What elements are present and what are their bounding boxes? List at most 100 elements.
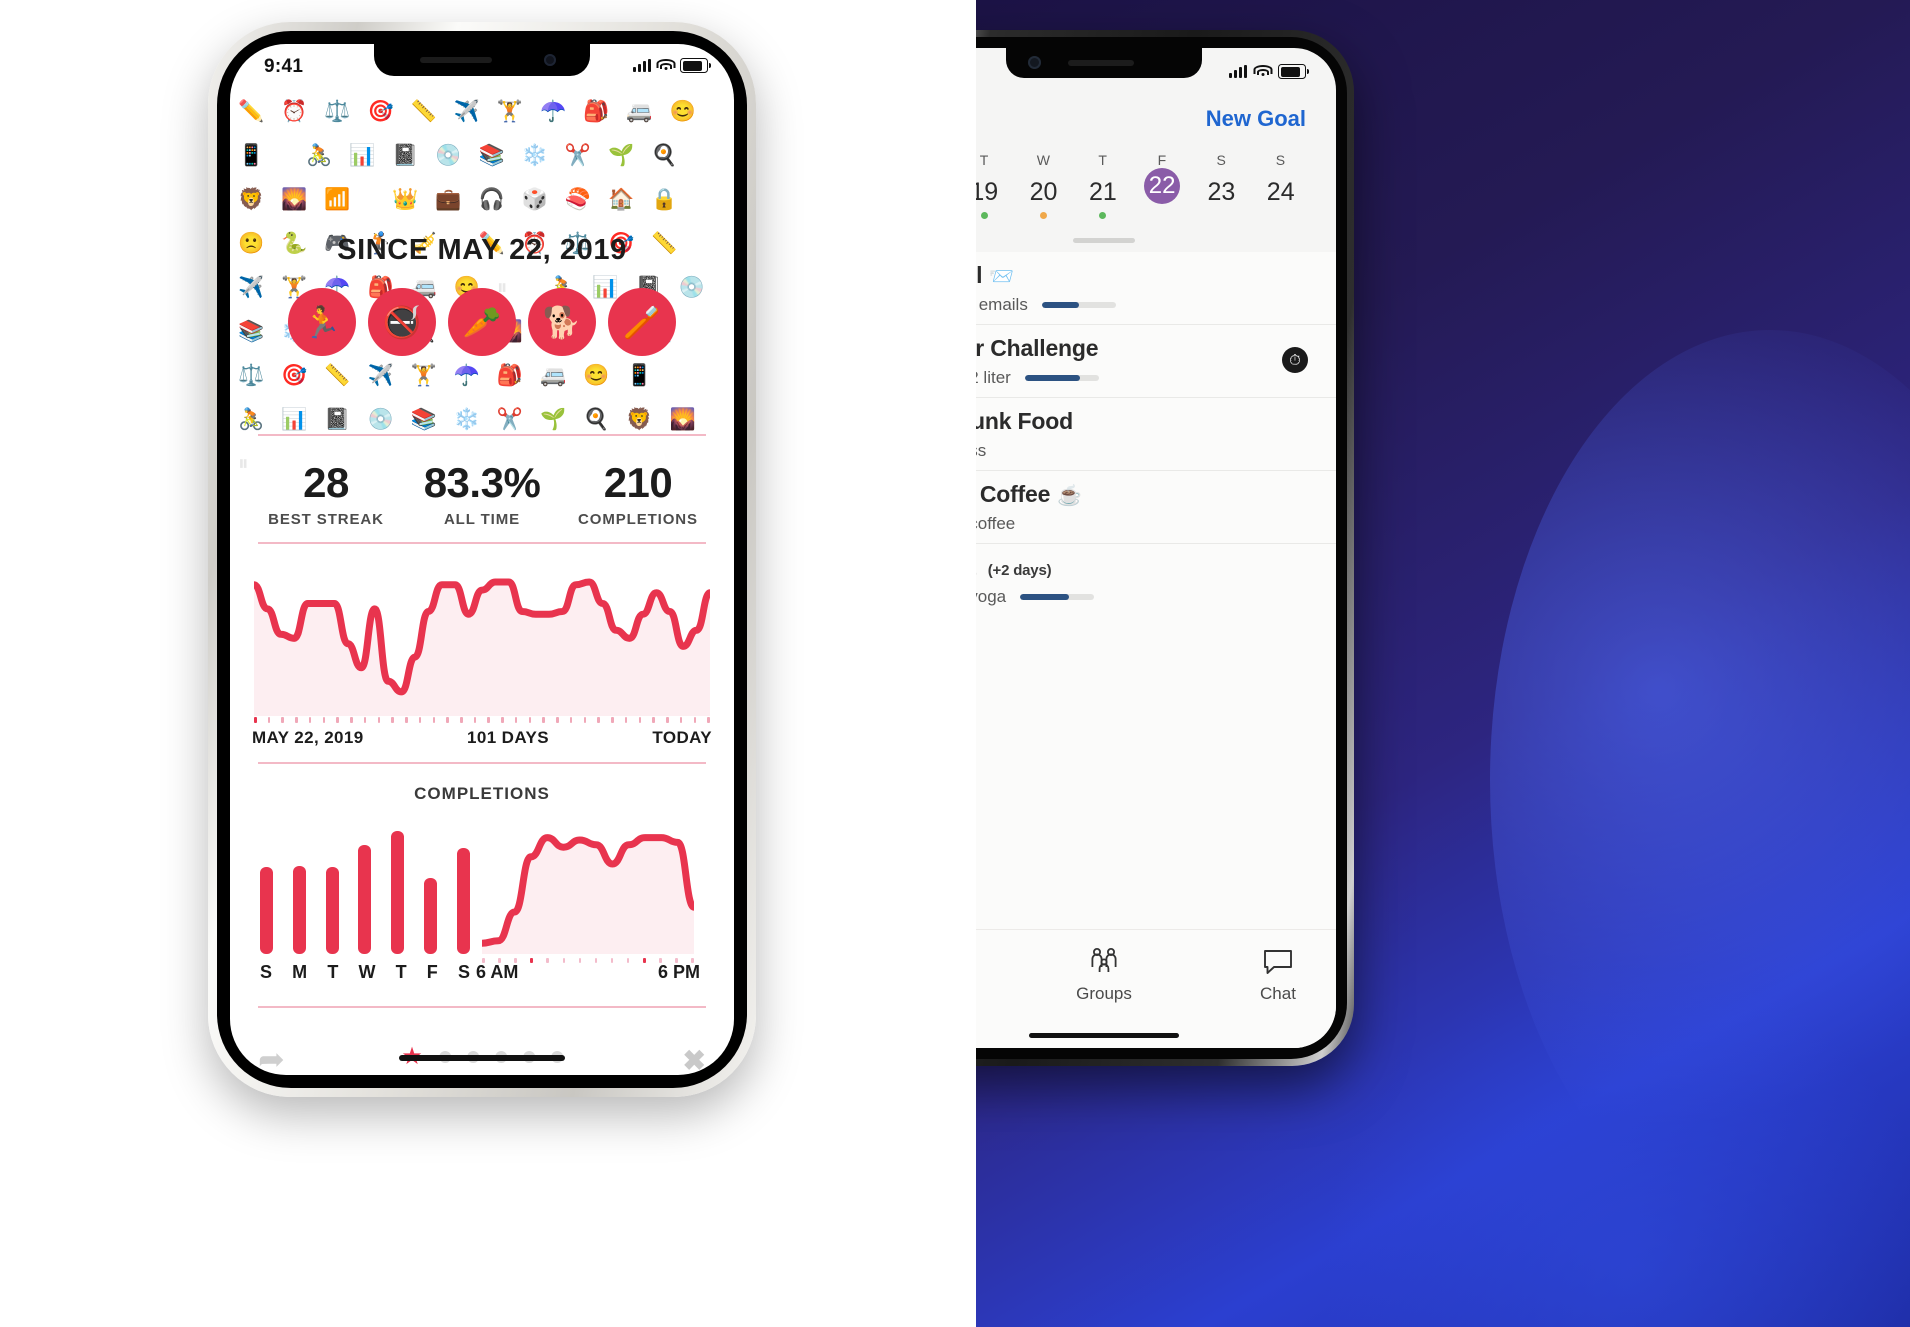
axis-tick [267,717,271,723]
status-bar: 9:41 [976,58,1336,90]
goal-progress-bar [1024,375,1099,381]
stopwatch-icon[interactable]: ⏱ [1282,347,1308,373]
week-day-letter: T [979,152,989,168]
week-day-number-wrap: 21 [1072,175,1134,209]
carrot-icon[interactable]: 🥕 [448,288,516,356]
toothbrush-icon[interactable]: 🪥 [608,288,676,356]
stat-best-streak: 28 BEST STREAK [248,459,404,528]
week-day-number: 20 [1029,178,1058,206]
stat-label: BEST STREAK [268,511,384,528]
divider-bottom [258,1006,706,1008]
axis-tick [446,717,449,723]
stat-label: ALL TIME [443,511,521,528]
goal-title: Yoga(+2 days) [976,554,1052,581]
wifi-icon [656,59,675,72]
week-day-letter: W [1036,152,1051,168]
right-phone-device: 9:41 New Goal M18T19W20T21F22S23S24 Emai… [976,30,1354,1066]
consistency-sparkline-chart [254,556,710,716]
axis-tick [501,717,504,723]
close-icon[interactable]: ✖ [683,1044,706,1075]
axis-tick [514,717,518,723]
bar [325,867,339,954]
bar [260,867,273,954]
weekday-axis-labels: SMTWTFS [260,962,470,983]
week-day-status-dot [1040,212,1048,219]
time-of-day-area-chart [482,814,694,954]
week-day-number-wrap: 23 [1190,175,1252,209]
bar [391,830,405,954]
goal-title-text: No Junk Food [976,408,1073,434]
week-day-21[interactable]: T 21 [1072,152,1134,219]
divider-completions [258,762,706,764]
stat-value: 28 [303,459,349,506]
week-day-19[interactable]: T 19 [976,152,1015,219]
axis-tick [556,717,559,723]
tab-chat[interactable]: Chat [1220,944,1336,1004]
tab-groups[interactable]: Groups [1046,944,1162,1004]
week-day-number: 22 [1148,172,1176,199]
share-icon[interactable]: ➦ [258,1040,285,1075]
week-day-23[interactable]: S 23 [1190,152,1252,209]
week-day-letter: S [1216,152,1227,168]
left-phone-screen: 9:41 ✏️⏰⚖️🎯📏✈️🏋️☂️🎒🚐😊📱 🚴📊📓💿📚❄️✂️🌱🍳🦁🌄📶 👑💼… [230,44,734,1075]
goal-subtitle: 5 of 10 emails [976,295,1116,315]
dog-icon[interactable]: 🐕 [528,288,596,356]
completions-heading: COMPLETIONS [414,784,550,803]
goal-list-item[interactable]: No Junk Food Success [976,398,1336,471]
bar-label: S [260,962,273,982]
tab-goals[interactable]: Goals (2) [976,944,988,1004]
axis-tick [418,717,422,723]
stat-value: 83.3% [423,459,541,506]
goal-title-text: Email [976,262,983,288]
sparkline-tick-row [254,716,710,724]
week-day-number: 19 [976,178,999,206]
time-axis-labels: 6 AM 6 PM [476,962,700,983]
goal-subtitle: Success [976,441,986,461]
axis-tick [391,717,394,723]
goal-extra-badge: (+2 days) [987,562,1052,579]
week-day-20[interactable]: W 20 [1013,152,1075,219]
week-date-strip[interactable]: M18T19W20T21F22S23S24 [976,152,1336,248]
axis-tick [679,717,683,723]
goal-progress-bar [1020,594,1095,600]
goal-subtitle: 3 of 2 coffee [976,514,1015,534]
no-smoking-icon[interactable]: 🚭 [368,288,436,356]
axis-tick [377,717,381,723]
week-day-24[interactable]: S 24 [1250,152,1312,209]
tab-groups-label: Groups [1076,984,1132,1003]
goal-list-item[interactable]: Yoga(+2 days) 2 of 3 yoga [976,544,1336,617]
goal-list-item[interactable]: Less Coffee ☕ 3 of 2 coffee [976,471,1336,544]
sheet-grabber-handle[interactable] [1073,238,1135,243]
week-day-number-wrap: 22 [1144,168,1181,204]
tab-chat-label: Chat [1260,984,1296,1003]
running-icon[interactable]: 🏃 [288,288,356,356]
week-day-letter: T [1098,152,1108,168]
goal-list-item[interactable]: Water Challenge 1.5 of 2 liter ⏱ [976,325,1336,398]
week-day-number-wrap: 24 [1250,175,1312,209]
time-label-morning: 6 AM [476,962,519,982]
new-goal-button[interactable]: New Goal [1206,106,1306,132]
week-day-status-dot [1099,212,1107,219]
goal-title-text: Water Challenge [976,335,1099,361]
goal-title: No Junk Food [976,408,1073,435]
habit-circle-row: 🏃 🚭 🥕 🐕 🪥 [230,288,734,356]
stat-all-time: 83.3% ALL TIME [404,459,560,528]
tab-row: Goals (2) [976,930,1336,1004]
goal-list-item[interactable]: Email 📨 5 of 10 emails [976,252,1336,325]
bar [358,844,372,954]
goal-progress-fill [1041,302,1079,308]
week-day-22[interactable]: F 22 [1131,152,1193,204]
bar [424,878,438,954]
axis-tick [432,717,436,723]
right-phone-screen: 9:41 New Goal M18T19W20T21F22S23S24 Emai… [976,48,1336,1048]
bar [456,847,470,954]
bottom-tab-bar: Goals (2) [976,929,1336,1048]
wifi-icon [1253,65,1272,78]
axis-tick [528,717,532,723]
goal-emoji-icon: ☕ [1057,485,1082,507]
divider-top [258,434,706,436]
stat-completions: 210 COMPLETIONS [560,459,716,528]
bar [292,865,306,954]
goal-progress-bar [1041,302,1116,308]
timeline-middle: 101 DAYS [467,728,549,747]
